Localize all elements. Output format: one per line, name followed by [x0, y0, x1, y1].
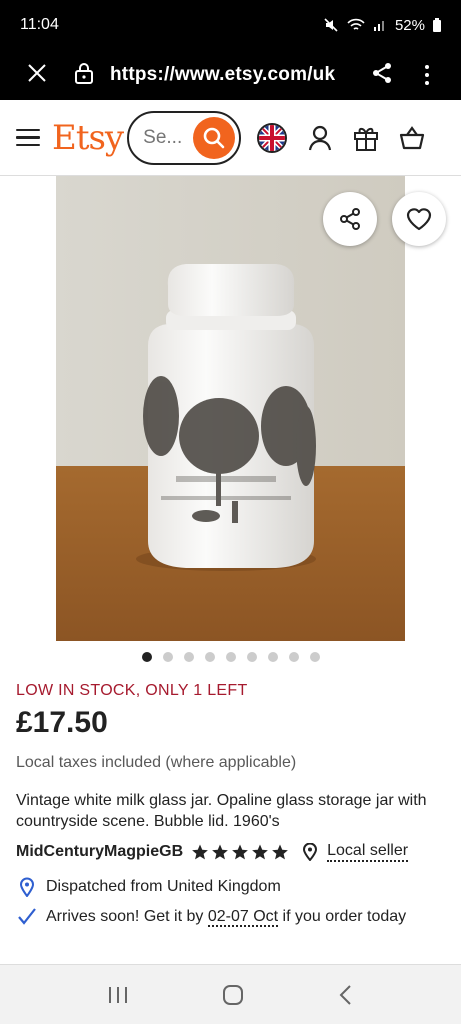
price: £17.50 — [16, 706, 108, 739]
listing-title: Vintage white milk glass jar. Opaline gl… — [16, 792, 427, 830]
android-nav-bar — [0, 964, 461, 1024]
search-input[interactable] — [143, 126, 194, 149]
arrival-row: Arrives soon! Get it by 02-07 Oct if you… — [16, 906, 446, 928]
local-seller-link[interactable]: Local seller — [327, 842, 409, 862]
gallery-dot[interactable] — [267, 652, 278, 662]
listing-info: LOW IN STOCK, ONLY 1 LEFT £17.50 Local t… — [16, 680, 446, 928]
recent-apps-button[interactable] — [107, 985, 129, 1005]
mute-icon — [324, 18, 338, 32]
recent-apps-icon — [108, 986, 127, 1003]
back-icon — [339, 984, 351, 1005]
star-icon — [212, 844, 228, 860]
arrival-text: Arrives soon! Get it by 02-07 Oct if you… — [46, 906, 406, 928]
browser-toolbar: https://www.etsy.com/uk — [0, 50, 461, 100]
dispatch-row: Dispatched from United Kingdom — [16, 876, 446, 898]
gallery-dots[interactable] — [0, 652, 461, 662]
account-button[interactable] — [307, 125, 333, 151]
arrival-prefix: Arrives soon! Get it by — [46, 908, 208, 925]
heart-icon — [406, 208, 432, 231]
share-button[interactable] — [323, 192, 377, 246]
signal-icon — [373, 21, 384, 31]
location-pin-icon — [303, 843, 318, 861]
gallery-dot[interactable] — [141, 652, 152, 662]
star-icon — [252, 844, 268, 860]
favorite-button[interactable] — [392, 192, 446, 246]
user-icon — [309, 125, 332, 150]
gallery-dot[interactable] — [288, 652, 299, 662]
gallery-dot[interactable] — [204, 652, 215, 662]
basket-icon — [400, 125, 425, 149]
image-gallery[interactable] — [0, 176, 461, 646]
uk-flag-icon[interactable] — [257, 122, 288, 153]
close-tab-button[interactable] — [26, 62, 56, 88]
etsy-logo[interactable]: Etsy — [52, 118, 124, 158]
gallery-dot[interactable] — [162, 652, 173, 662]
cart-button[interactable] — [399, 125, 425, 151]
home-button[interactable] — [222, 984, 244, 1006]
home-icon — [223, 984, 244, 1005]
gallery-dot[interactable] — [309, 652, 320, 662]
lock-icon[interactable] — [74, 62, 96, 89]
share-icon — [373, 62, 391, 83]
search-icon — [203, 127, 225, 148]
checkmark-icon — [18, 908, 36, 925]
search-button[interactable] — [193, 116, 236, 159]
status-time: 11:04 — [20, 16, 59, 33]
battery-icon — [433, 18, 441, 32]
gallery-dot[interactable] — [183, 652, 194, 662]
location-pin-icon — [19, 877, 35, 897]
close-icon — [28, 64, 46, 82]
dispatch-text: Dispatched from United Kingdom — [46, 878, 281, 895]
search-box[interactable] — [127, 110, 242, 165]
star-icon — [272, 844, 288, 860]
site-header: Etsy — [0, 100, 461, 176]
url-bar[interactable]: https://www.etsy.com/uk — [110, 64, 371, 86]
arrival-suffix: if you order today — [278, 908, 407, 925]
arrival-dates[interactable]: 02-07 Oct — [207, 908, 279, 927]
back-button[interactable] — [338, 984, 354, 1006]
star-icon — [232, 844, 248, 860]
gift-icon — [354, 127, 379, 151]
gallery-dot[interactable] — [246, 652, 257, 662]
battery-percent: 52% — [394, 16, 425, 34]
taxes-note: Local taxes included (where applicable) — [16, 754, 297, 771]
hamburger-menu-icon[interactable] — [16, 128, 40, 147]
gallery-dot[interactable] — [225, 652, 236, 662]
seller-row: MidCenturyMagpieGB Local seller — [16, 842, 446, 862]
status-icons: 52% — [323, 17, 441, 34]
gift-button[interactable] — [353, 125, 379, 151]
browser-share-button[interactable] — [371, 62, 397, 89]
seller-name[interactable]: MidCenturyMagpieGB — [16, 843, 183, 861]
share-icon — [340, 208, 360, 230]
stock-alert: LOW IN STOCK, ONLY 1 LEFT — [16, 682, 248, 699]
browser-menu-button[interactable] — [417, 65, 437, 85]
status-bar: 11:04 52% — [0, 0, 461, 50]
rating-stars[interactable] — [191, 843, 289, 861]
star-icon — [192, 844, 208, 860]
wifi-icon — [347, 18, 365, 30]
